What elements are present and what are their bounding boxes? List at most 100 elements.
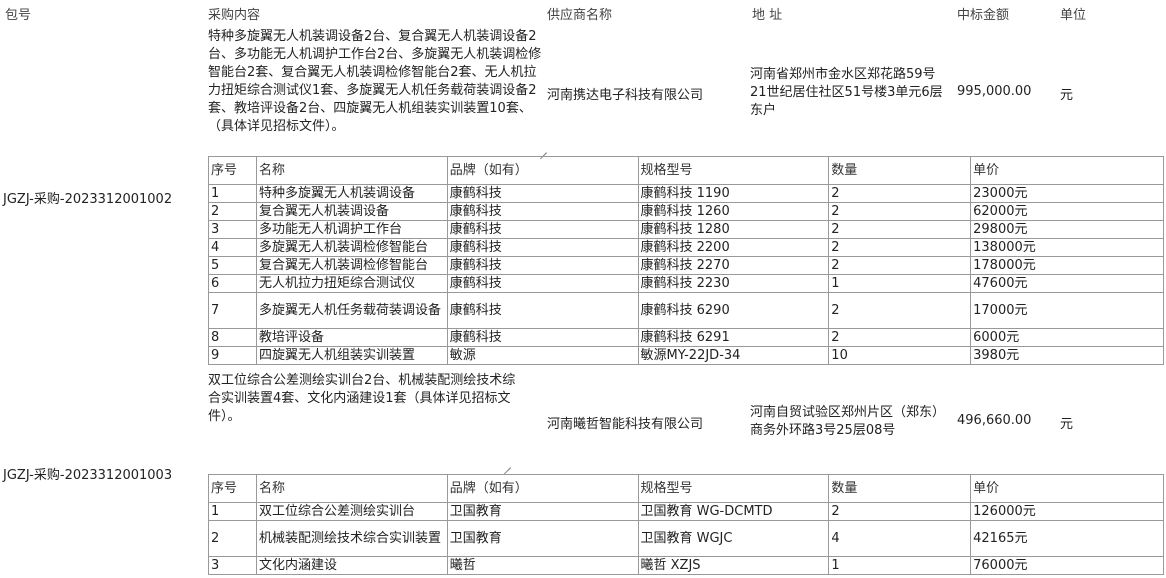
- cell-model: 康鹤科技 1190: [637, 184, 830, 203]
- table-row: 1 双工位综合公差测绘实训台 卫国教育 卫国教育 WG-DCMTD 2 1260…: [208, 502, 1164, 521]
- cell-qty: 2: [828, 202, 972, 221]
- cell-price: 23000元: [970, 184, 1164, 203]
- cell-brand: 康鹤科技: [446, 292, 639, 329]
- lot-2-items-table: 序号 名称 品牌（如有） 规格型号 数量 单价 1 双工位综合公差测绘实训台 卫…: [208, 474, 1164, 575]
- col-header-seq: 序号: [208, 474, 257, 503]
- resize-grip-icon[interactable]: [501, 458, 511, 468]
- cell-name: 四旋翼无人机组装实训装置: [255, 346, 448, 365]
- cell-model: 康鹤科技 1280: [637, 220, 830, 239]
- lot-1-description[interactable]: 特种多旋翼无人机装调设备2台、复合翼无人机装调设备2台、多功能无人机调护工作台2…: [208, 28, 548, 152]
- col-header-brand: 品牌（如有）: [446, 474, 639, 503]
- cell-price: 62000元: [970, 202, 1164, 221]
- resize-grip-icon[interactable]: [537, 143, 547, 153]
- lot-1-unit: 元: [1060, 88, 1074, 103]
- col-header-seq: 序号: [208, 156, 257, 185]
- cell-name: 文化内涵建设: [255, 556, 448, 575]
- cell-seq: 1: [208, 184, 257, 203]
- table-row: 3 多功能无人机调护工作台 康鹤科技 康鹤科技 1280 2 29800元: [208, 220, 1164, 239]
- cell-qty: 1: [828, 274, 972, 293]
- col-header-model: 规格型号: [637, 474, 830, 503]
- lot-1-address: 河南省郑州市金水区郑花路59号21世纪居住社区51号楼3单元6层东户: [750, 67, 943, 118]
- table-row: 4 多旋翼无人机装调检修智能台 康鹤科技 康鹤科技 2200 2 138000元: [208, 238, 1164, 257]
- cell-price: 47600元: [970, 274, 1164, 293]
- cell-seq: 3: [208, 556, 257, 575]
- cell-qty: 2: [828, 292, 972, 329]
- cell-name: 复合翼无人机装调检修智能台: [255, 256, 448, 275]
- lot-1-amount: 995,000.00: [957, 84, 1032, 99]
- cell-brand: 康鹤科技: [446, 220, 639, 239]
- header-supplier: 供应商名称: [547, 8, 613, 23]
- table-row: 8 教培评设备 康鹤科技 康鹤科技 6291 2 6000元: [208, 328, 1164, 347]
- table-row: 6 无人机拉力扭矩综合测试仪 康鹤科技 康鹤科技 2230 1 47600元: [208, 274, 1164, 293]
- cell-qty: 2: [828, 184, 972, 203]
- cell-seq: 2: [208, 520, 257, 557]
- table-row: 9 四旋翼无人机组装实训装置 敏源 敏源MY-22JD-34 10 3980元: [208, 346, 1164, 365]
- lot-2-amount: 496,660.00: [957, 413, 1032, 428]
- cell-name: 复合翼无人机装调设备: [255, 202, 448, 221]
- table-row: 5 复合翼无人机装调检修智能台 康鹤科技 康鹤科技 2270 2 178000元: [208, 256, 1164, 275]
- cell-price: 17000元: [970, 292, 1164, 329]
- cell-model: 康鹤科技 2230: [637, 274, 830, 293]
- cell-qty: 2: [828, 238, 972, 257]
- col-header-model: 规格型号: [637, 156, 830, 185]
- cell-brand: 康鹤科技: [446, 184, 639, 203]
- cell-name: 多旋翼无人机装调检修智能台: [255, 238, 448, 257]
- cell-price: 178000元: [970, 256, 1164, 275]
- cell-brand: 卫国教育: [446, 520, 639, 557]
- lot-1-supplier: 河南携达电子科技有限公司: [547, 88, 704, 103]
- cell-brand: 曦哲: [446, 556, 639, 575]
- table-row: 3 文化内涵建设 曦哲 曦哲 XZJS 1 76000元: [208, 556, 1164, 575]
- lot-2-address: 河南自贸试验区郑州片区（郑东）商务外环路3号25层08号: [750, 405, 946, 438]
- cell-seq: 5: [208, 256, 257, 275]
- cell-brand: 康鹤科技: [446, 328, 639, 347]
- lot-1-items-table: 序号 名称 品牌（如有） 规格型号 数量 单价 1 特种多旋翼无人机装调设备 康…: [208, 156, 1164, 365]
- table-row: 1 特种多旋翼无人机装调设备 康鹤科技 康鹤科技 1190 2 23000元: [208, 184, 1164, 203]
- cell-name: 多旋翼无人机任务载荷装调设备: [255, 292, 448, 329]
- cell-qty: 2: [828, 328, 972, 347]
- header-content: 采购内容: [208, 8, 261, 23]
- cell-price: 76000元: [970, 556, 1164, 575]
- lot-1-pkg-id: JGZJ-采购-2023312001002: [3, 192, 173, 207]
- lot-2-supplier: 河南曦哲智能科技有限公司: [547, 417, 704, 432]
- cell-name: 特种多旋翼无人机装调设备: [255, 184, 448, 203]
- cell-seq: 1: [208, 502, 257, 521]
- cell-qty: 1: [828, 556, 972, 575]
- table-row: 2 机械装配测绘技术综合实训装置 卫国教育 卫国教育 WGJC 4 42165元: [208, 520, 1164, 557]
- cell-seq: 6: [208, 274, 257, 293]
- cell-model: 康鹤科技 2270: [637, 256, 830, 275]
- cell-name: 多功能无人机调护工作台: [255, 220, 448, 239]
- cell-brand: 康鹤科技: [446, 256, 639, 275]
- cell-model: 康鹤科技 6290: [637, 292, 830, 329]
- cell-model: 康鹤科技 2200: [637, 238, 830, 257]
- cell-price: 29800元: [970, 220, 1164, 239]
- col-header-price: 单价: [970, 474, 1164, 503]
- col-header-name: 名称: [255, 156, 448, 185]
- cell-qty: 4: [828, 520, 972, 557]
- header-amount: 中标金额: [957, 8, 1010, 23]
- cell-model: 敏源MY-22JD-34: [637, 346, 830, 365]
- header-address: 地 址: [752, 8, 783, 23]
- cell-seq: 7: [208, 292, 257, 329]
- cell-model: 康鹤科技 6291: [637, 328, 830, 347]
- cell-qty: 10: [828, 346, 972, 365]
- cell-price: 3980元: [970, 346, 1164, 365]
- table-header-row: 序号 名称 品牌（如有） 规格型号 数量 单价: [208, 156, 1164, 185]
- col-header-brand: 品牌（如有）: [446, 156, 639, 185]
- cell-price: 6000元: [970, 328, 1164, 347]
- header-unit: 单位: [1060, 8, 1087, 23]
- lot-2-description[interactable]: 双工位综合公差测绘实训台2台、机械装配测绘技术综合实训装置4套、文化内涵建设1套…: [208, 372, 518, 462]
- cell-qty: 2: [828, 220, 972, 239]
- col-header-qty: 数量: [828, 156, 972, 185]
- cell-brand: 卫国教育: [446, 502, 639, 521]
- col-header-qty: 数量: [828, 474, 972, 503]
- cell-brand: 康鹤科技: [446, 202, 639, 221]
- table-row: 2 复合翼无人机装调设备 康鹤科技 康鹤科技 1260 2 62000元: [208, 202, 1164, 221]
- cell-price: 126000元: [970, 502, 1164, 521]
- cell-seq: 2: [208, 202, 257, 221]
- cell-seq: 3: [208, 220, 257, 239]
- table-header-row: 序号 名称 品牌（如有） 规格型号 数量 单价: [208, 474, 1164, 503]
- cell-model: 曦哲 XZJS: [637, 556, 830, 575]
- cell-price: 138000元: [970, 238, 1164, 257]
- cell-name: 机械装配测绘技术综合实训装置: [255, 520, 448, 557]
- cell-qty: 2: [828, 502, 972, 521]
